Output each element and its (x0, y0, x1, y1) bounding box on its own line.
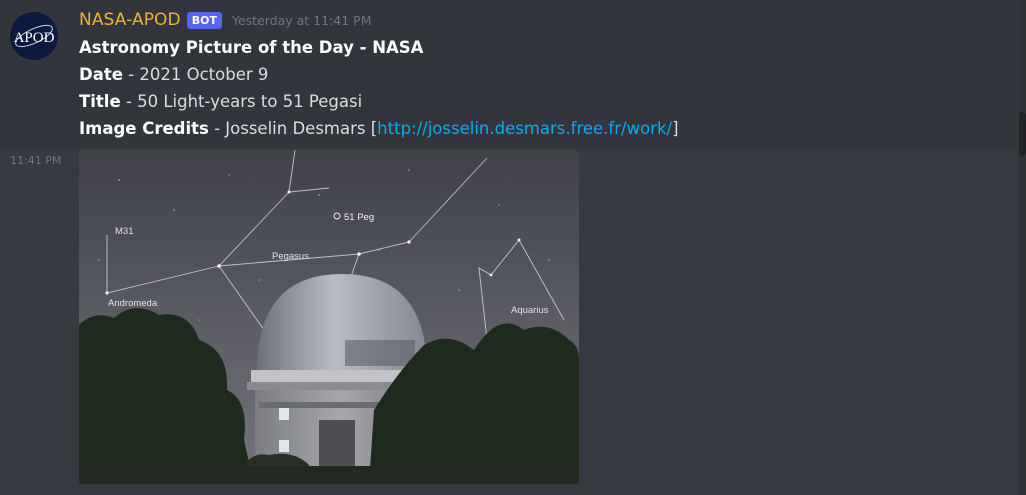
date-label: Date (79, 65, 123, 84)
credits-separator: - (208, 119, 226, 138)
chart-label-andromeda: Andromeda (108, 298, 158, 309)
title-separator: - (120, 92, 138, 111)
message-timestamp[interactable]: Yesterday at 11:41 PM (232, 13, 372, 28)
date-line: Date - 2021 October 9 (79, 64, 268, 86)
avatar[interactable]: APOD (10, 12, 58, 60)
scrollbar-thumb[interactable] (1019, 112, 1026, 156)
apod-logo-icon: APOD (10, 12, 58, 60)
title-label: Title (79, 92, 121, 111)
credits-line: Image Credits - Josselin Desmars [http:/… (79, 118, 679, 140)
attachment-image[interactable]: M31 Andromeda Pegasus 51 Peg Aquarius (79, 150, 579, 484)
bot-badge: BOT (186, 11, 222, 29)
credits-value: Josselin Desmars (225, 119, 366, 138)
svg-text:APOD: APOD (14, 30, 55, 46)
hover-timestamp: 11:41 PM (10, 154, 62, 167)
title-value: 50 Light-years to 51 Pegasi (137, 92, 363, 111)
scrollbar[interactable] (1019, 0, 1026, 495)
credits-bracket-close: ] (672, 119, 679, 138)
date-value: 2021 October 9 (139, 65, 269, 84)
chart-label-51-peg: 51 Peg (344, 212, 374, 223)
credits-bracket-open: [ (365, 119, 378, 138)
chart-label-aquarius: Aquarius (511, 305, 549, 316)
credits-link[interactable]: http://josselin.desmars.free.fr/work/ (377, 119, 672, 138)
username[interactable]: NASA-APOD (79, 10, 181, 30)
message-title-line: Astronomy Picture of the Day - NASA (79, 37, 423, 59)
chart-label-m31: M31 (115, 226, 133, 237)
chart-label-pegasus: Pegasus (272, 251, 309, 262)
date-separator: - (122, 65, 140, 84)
title-line: Title - 50 Light-years to 51 Pegasi (79, 91, 362, 113)
credits-label: Image Credits (79, 119, 209, 138)
message-header: NASA-APOD BOT Yesterday at 11:41 PM (79, 9, 372, 31)
message-title: Astronomy Picture of the Day - NASA (79, 38, 424, 57)
